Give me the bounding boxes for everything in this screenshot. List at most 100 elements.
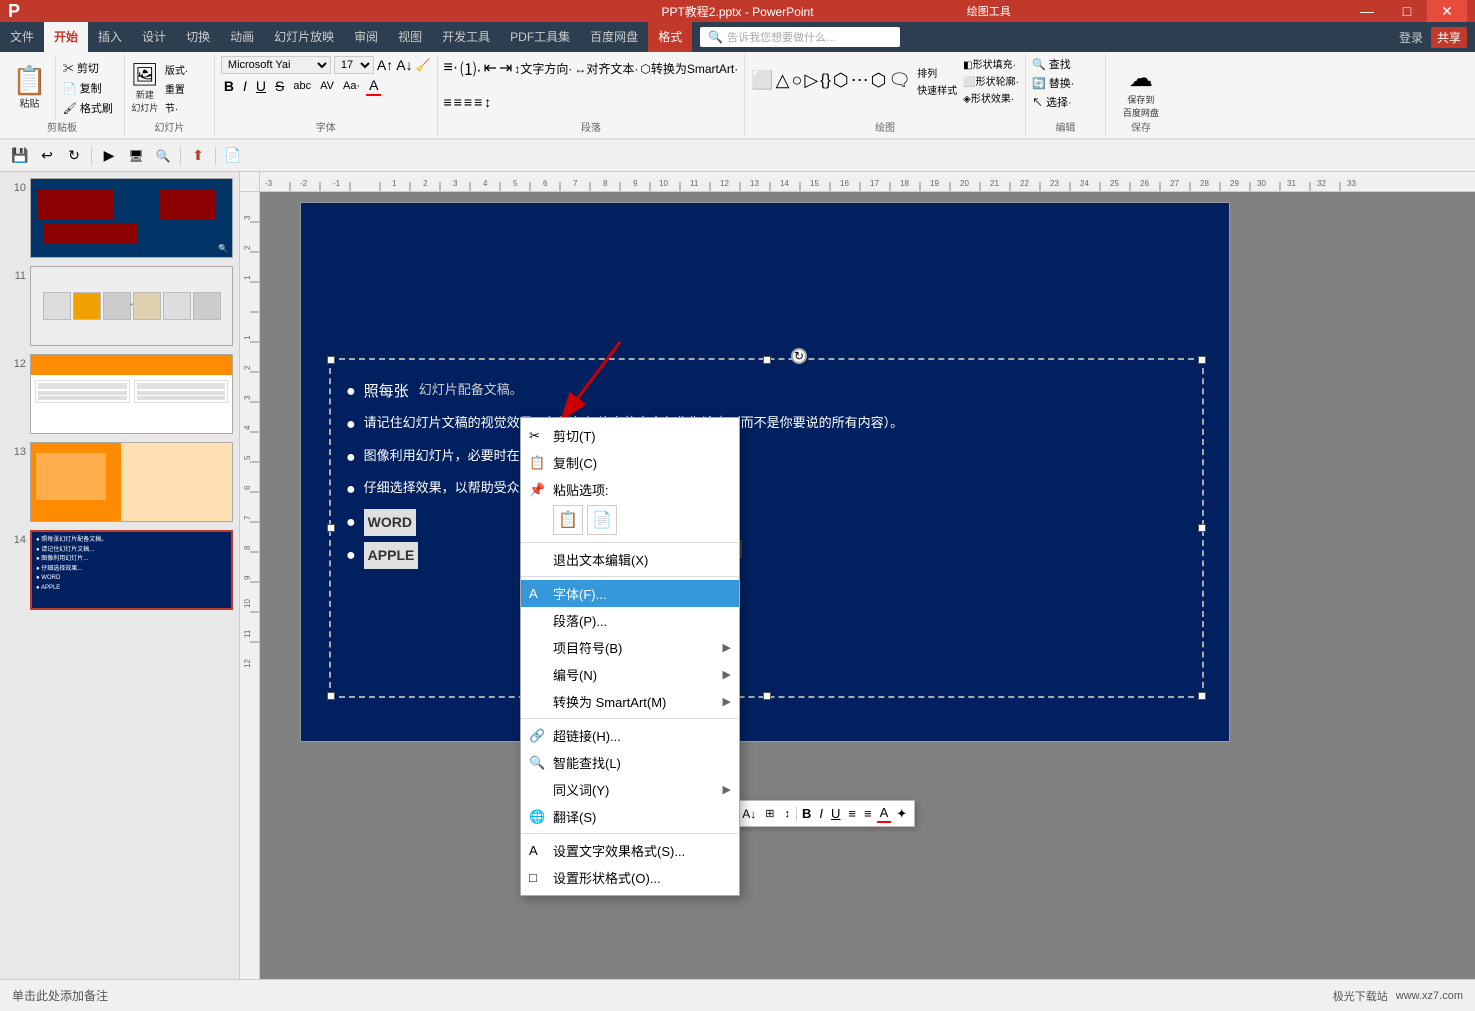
mini-bold-btn[interactable]: B bbox=[799, 805, 814, 822]
tab-format[interactable]: 格式 bbox=[648, 22, 692, 52]
font-name-select[interactable]: Microsoft Yai bbox=[221, 56, 331, 74]
slide-thumb-14[interactable]: 14 ● 照每张幻灯片配备文稿。 ● 请记住幻灯片文稿... ● 图像利用幻灯片… bbox=[4, 528, 235, 612]
tab-transition[interactable]: 切换 bbox=[176, 22, 220, 52]
align-left-btn[interactable]: ≡ bbox=[444, 94, 452, 110]
font-decrease-btn[interactable]: A↓ bbox=[396, 57, 412, 73]
bullets-btn[interactable]: ≡· bbox=[444, 59, 459, 77]
save-quick-btn[interactable]: 💾 bbox=[8, 144, 32, 168]
shape-4[interactable]: ▷ bbox=[804, 70, 818, 91]
text-direction-btn[interactable]: ↕文字方向· bbox=[514, 60, 572, 77]
maximize-btn[interactable]: □ bbox=[1387, 0, 1427, 22]
shadow-btn[interactable]: abc bbox=[290, 79, 314, 93]
shape-5[interactable]: {} bbox=[820, 72, 831, 90]
shape-7[interactable]: ⋯ bbox=[851, 70, 869, 91]
align-center-btn[interactable]: ≡ bbox=[454, 94, 462, 110]
strikethrough-btn[interactable]: S bbox=[272, 77, 287, 95]
ctx-hyperlink[interactable]: 🔗 超链接(H)... bbox=[521, 722, 739, 749]
mini-align-btn[interactable]: ≡ bbox=[845, 805, 859, 822]
ctx-bullets[interactable]: 项目符号(B) ▶ bbox=[521, 634, 739, 661]
font-size-select[interactable]: 17 bbox=[334, 56, 374, 74]
mini-center-btn[interactable]: ≡ bbox=[861, 805, 875, 822]
ctx-smart-lookup[interactable]: 🔍 智能查找(L) bbox=[521, 749, 739, 776]
ctx-paragraph[interactable]: 段落(P)... bbox=[521, 607, 739, 634]
line-spacing-btn[interactable]: ↕ bbox=[484, 94, 491, 110]
minimize-btn[interactable]: — bbox=[1347, 0, 1387, 22]
align-text-btn[interactable]: ↔对齐文本· bbox=[574, 60, 638, 77]
section-btn[interactable]: 节· bbox=[165, 100, 188, 115]
numbering-btn[interactable]: ⑴· bbox=[460, 56, 481, 80]
paste-option-2[interactable]: 📄 bbox=[587, 505, 617, 535]
case-btn[interactable]: Aa· bbox=[340, 79, 363, 93]
login-btn[interactable]: 登录 bbox=[1399, 29, 1423, 46]
handle-tr[interactable] bbox=[1198, 356, 1206, 364]
shape-1[interactable]: ⬜ bbox=[751, 70, 773, 91]
tab-developer[interactable]: 开发工具 bbox=[432, 22, 500, 52]
new-slide-btn[interactable]: 🖼 新建幻灯片 bbox=[129, 60, 161, 116]
cut-btn[interactable]: ✂ 剪切 bbox=[60, 59, 116, 77]
tab-baidu[interactable]: 百度网盘 bbox=[580, 22, 648, 52]
start-presentation-btn[interactable]: ▶ bbox=[97, 144, 121, 168]
mini-color-btn[interactable]: A bbox=[877, 804, 892, 823]
handle-tl[interactable] bbox=[327, 356, 335, 364]
print-preview-btn[interactable]: 🔍 bbox=[151, 144, 175, 168]
redo-btn[interactable]: ↻ bbox=[62, 144, 86, 168]
font-color-btn[interactable]: A bbox=[366, 76, 381, 96]
bold-btn[interactable]: B bbox=[221, 77, 237, 95]
shape-3[interactable]: ○ bbox=[791, 70, 802, 91]
mini-decrease-btn[interactable]: A↓ bbox=[739, 806, 759, 822]
shape-effect-btn[interactable]: ◈形状效果· bbox=[963, 90, 1019, 105]
convert-smartart-btn[interactable]: ⬡转换为SmartArt· bbox=[640, 60, 738, 77]
handle-br[interactable] bbox=[1198, 692, 1206, 700]
mini-column-btn[interactable]: ⊞ bbox=[761, 805, 778, 822]
copy-btn[interactable]: 📄 复制 bbox=[60, 79, 116, 97]
slide-thumb-11[interactable]: 11 * bbox=[4, 264, 235, 348]
tab-slideshow[interactable]: 幻灯片放映 bbox=[264, 22, 344, 52]
reset-btn[interactable]: 重置 bbox=[165, 81, 188, 96]
ctx-exit-edit[interactable]: 退出文本编辑(X) bbox=[521, 546, 739, 573]
ctx-cut[interactable]: ✂ 剪切(T) bbox=[521, 422, 739, 449]
ctx-numbering[interactable]: 编号(N) ▶ bbox=[521, 661, 739, 688]
rotate-handle[interactable]: ↻ bbox=[791, 348, 807, 364]
handle-ml[interactable] bbox=[327, 524, 335, 532]
tab-insert[interactable]: 插入 bbox=[88, 22, 132, 52]
tab-pdf[interactable]: PDF工具集 bbox=[500, 22, 580, 52]
share-btn[interactable]: 共享 bbox=[1431, 27, 1467, 48]
select-btn[interactable]: ↖ 选择· bbox=[1032, 94, 1072, 110]
ctx-smartart[interactable]: 转换为 SmartArt(M) ▶ bbox=[521, 688, 739, 715]
close-btn[interactable]: ✕ bbox=[1427, 0, 1467, 22]
red-action-btn[interactable]: ⬆ bbox=[186, 144, 210, 168]
mini-extra-btn[interactable]: ✦ bbox=[893, 805, 910, 823]
handle-bm[interactable] bbox=[763, 692, 771, 700]
paste-option-1[interactable]: 📋 bbox=[553, 505, 583, 535]
handle-tm[interactable] bbox=[763, 356, 771, 364]
mini-underline-btn[interactable]: U bbox=[828, 805, 843, 822]
shape-2[interactable]: △ bbox=[776, 70, 790, 91]
italic-btn[interactable]: I bbox=[240, 77, 250, 95]
handle-bl[interactable] bbox=[327, 692, 335, 700]
ctx-font[interactable]: A 字体(F)... bbox=[521, 580, 739, 607]
ctx-copy[interactable]: 📋 复制(C) bbox=[521, 449, 739, 476]
char-spacing-btn[interactable]: AV bbox=[317, 79, 337, 93]
replace-btn[interactable]: 🔄 替换· bbox=[1032, 75, 1074, 91]
slide-thumb-13[interactable]: 13 bbox=[4, 440, 235, 524]
search-placeholder[interactable]: 告诉我您想要做什么... bbox=[727, 29, 835, 45]
slide-thumb-10[interactable]: 10 🔍 bbox=[4, 176, 235, 260]
tab-file[interactable]: 文件 bbox=[0, 22, 44, 52]
tab-review[interactable]: 审阅 bbox=[344, 22, 388, 52]
tab-view[interactable]: 视图 bbox=[388, 22, 432, 52]
format-painter-btn[interactable]: 🖌 格式刷 bbox=[60, 99, 116, 117]
arrange-btn[interactable]: 排列 bbox=[917, 65, 957, 80]
tab-design[interactable]: 设计 bbox=[132, 22, 176, 52]
ctx-text-effect[interactable]: A 设置文字效果格式(S)... bbox=[521, 837, 739, 864]
tab-animation[interactable]: 动画 bbox=[220, 22, 264, 52]
find-btn[interactable]: 🔍 查找 bbox=[1032, 56, 1071, 72]
align-right-btn[interactable]: ≡ bbox=[464, 94, 472, 110]
handle-mr[interactable] bbox=[1198, 524, 1206, 532]
mini-spacing-btn[interactable]: ↕ bbox=[781, 806, 795, 822]
shape-6[interactable]: ⬡ bbox=[833, 70, 849, 91]
mini-italic-btn[interactable]: I bbox=[816, 805, 826, 822]
monitor-btn[interactable]: 🖥 bbox=[124, 144, 148, 168]
underline-btn[interactable]: U bbox=[253, 77, 269, 95]
ctx-shape-format[interactable]: □ 设置形状格式(O)... bbox=[521, 864, 739, 891]
slide-thumb-12[interactable]: 12 bbox=[4, 352, 235, 436]
